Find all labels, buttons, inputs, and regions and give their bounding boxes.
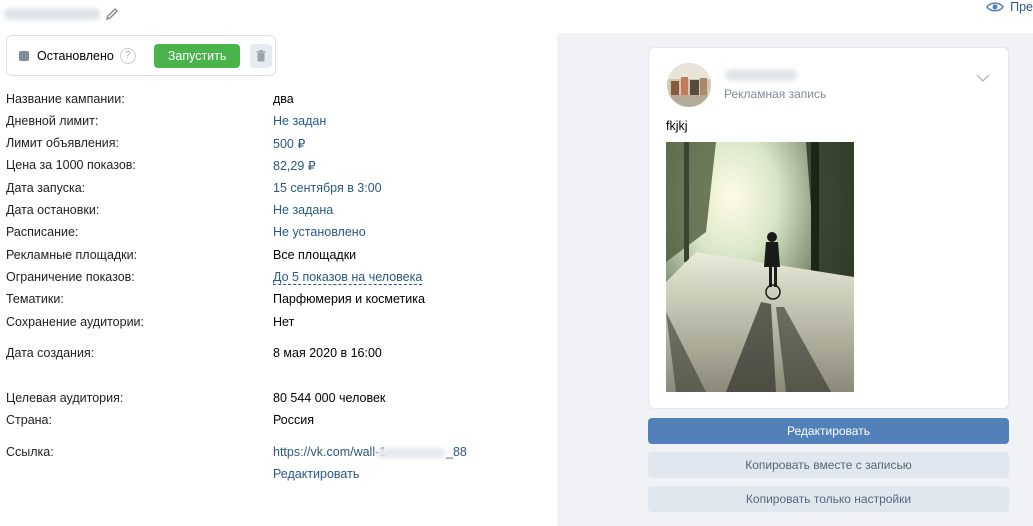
info-label: Тематики: [6, 292, 64, 306]
delete-button[interactable] [250, 43, 273, 68]
help-glyph: ? [125, 50, 131, 61]
info-value[interactable]: https://vk.com/wall-1 [273, 445, 386, 459]
info-value[interactable]: 500 ₽ [273, 136, 305, 151]
campaign-title-blurred [4, 8, 100, 20]
info-label: Ограничение показов: [6, 270, 135, 284]
start-button[interactable]: Запустить [153, 43, 241, 68]
info-label: Страна: [6, 413, 52, 427]
info-label: Сохранение аудитории: [6, 315, 145, 329]
post-card: Рекламная запись fkjkj [648, 47, 1009, 409]
info-value: Россия [273, 413, 314, 427]
info-label: Целевая аудитория: [6, 391, 124, 405]
link-blurred-part: _88 [375, 445, 467, 459]
info-value[interactable]: Не установлено [273, 225, 366, 239]
author-name-blurred[interactable] [725, 69, 797, 81]
info-value[interactable]: До 5 показов на человека [273, 270, 423, 285]
status-panel: Остановлено ? Запустить [6, 35, 276, 76]
help-icon[interactable]: ? [119, 47, 136, 64]
copy-with-post-button[interactable]: Копировать вместе с записью [648, 452, 1009, 478]
status-indicator [19, 50, 29, 61]
pencil-icon[interactable] [105, 7, 119, 21]
info-label: Расписание: [6, 225, 79, 239]
info-value: два [273, 92, 294, 106]
info-value: 80 544 000 человек [273, 391, 386, 405]
info-value: 8 мая 2020 в 16:00 [273, 346, 382, 360]
info-value: Все площадки [273, 248, 357, 262]
post-image [666, 142, 854, 392]
chevron-down-icon[interactable] [976, 74, 990, 82]
info-value[interactable]: Не задан [273, 114, 326, 128]
info-label: Ссылка: [6, 445, 54, 459]
preview-link[interactable]: Пре [986, 0, 1033, 14]
info-label: Рекламные площадки: [6, 248, 138, 262]
info-label: Цена за 1000 показов: [6, 158, 136, 172]
info-label: Лимит объявления: [6, 136, 119, 150]
info-value: Парфюмерия и косметика [273, 292, 425, 306]
info-value[interactable]: 15 сентября в 3:00 [273, 181, 382, 195]
info-label: Название кампании: [6, 92, 125, 106]
trash-icon [256, 49, 266, 61]
info-label: Дневной лимит: [6, 114, 99, 128]
copy-settings-button[interactable]: Копировать только настройки [648, 486, 1009, 512]
avatar[interactable] [667, 63, 711, 107]
info-label: Дата запуска: [6, 181, 86, 195]
preview-label: Пре [1010, 0, 1033, 14]
info-label: Дата создания: [6, 346, 95, 360]
edit-ad-button[interactable]: Редактировать [648, 418, 1009, 444]
info-value[interactable]: Не задана [273, 203, 333, 217]
status-label: Остановлено [37, 48, 114, 63]
info-value: Нет [273, 315, 295, 329]
edit-link[interactable]: Редактировать [273, 467, 359, 481]
info-value[interactable]: 82,29 ₽ [273, 158, 316, 173]
eye-icon [986, 2, 1004, 12]
post-text: fkjkj [666, 119, 688, 133]
ad-label: Рекламная запись [724, 87, 827, 101]
info-label: Дата остановки: [6, 203, 100, 217]
